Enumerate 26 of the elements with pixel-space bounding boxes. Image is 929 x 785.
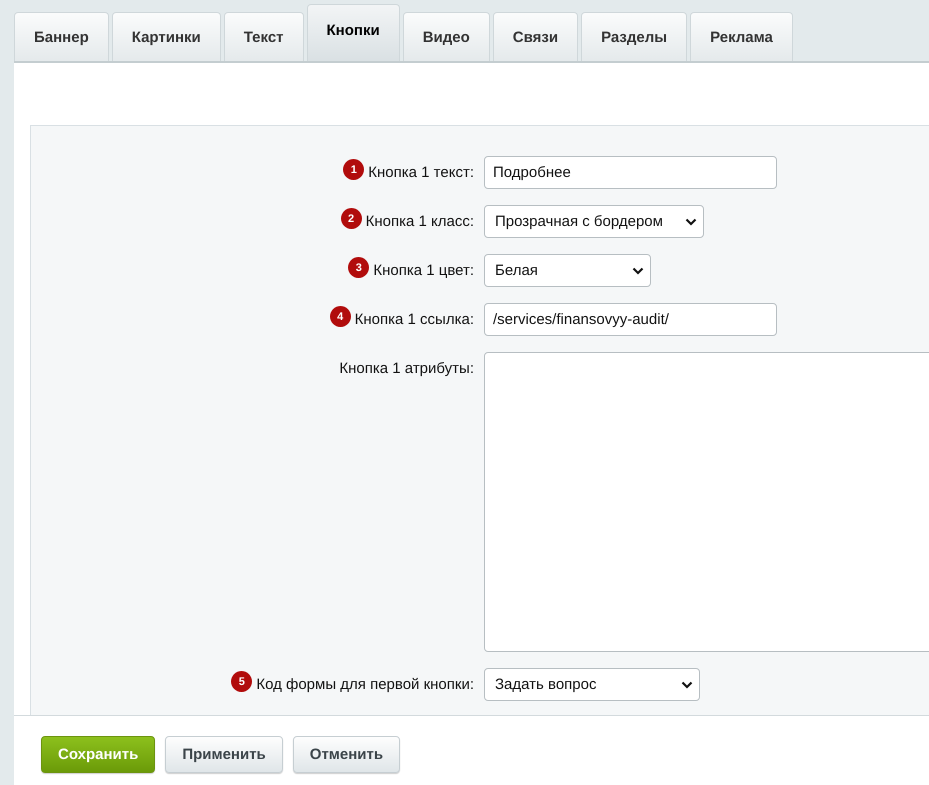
tab[interactable]: Реклама [690,12,793,61]
tab[interactable]: Картинки [112,12,221,61]
field-label: Кнопка 1 ссылка: [354,310,474,328]
tab[interactable]: Разделы [581,12,688,61]
field-label: Кнопка 1 цвет: [373,261,474,279]
field-label: Кнопка 1 текст: [368,163,474,181]
tab[interactable]: Баннер [14,12,109,61]
dropdown[interactable]: Белая [484,254,651,287]
action-button[interactable]: Применить [165,736,283,773]
field-label: Кнопка 1 атрибуты: [339,359,474,377]
number-badge: 5 [231,671,252,692]
input-field[interactable]: Подробнее [484,156,777,189]
input-field[interactable]: /services/finansovyy-audit/ [484,303,777,336]
dropdown[interactable]: Задать вопрос [484,668,700,701]
number-badge: 1 [343,159,364,180]
field-label: Код формы для первой кнопки: [256,675,474,693]
tab[interactable]: Видео [402,12,490,61]
tab[interactable]: Связи [492,12,578,61]
number-badge: 4 [330,306,351,327]
action-button[interactable]: Отменить [292,736,400,773]
tab[interactable]: Текст [224,12,304,61]
number-badge: 3 [348,257,370,278]
dropdown[interactable]: Прозрачная с бордером [484,205,704,238]
tab[interactable]: Кнопки [306,4,400,61]
field-label: Кнопка 1 класс: [366,212,474,230]
number-badge: 2 [340,208,362,229]
